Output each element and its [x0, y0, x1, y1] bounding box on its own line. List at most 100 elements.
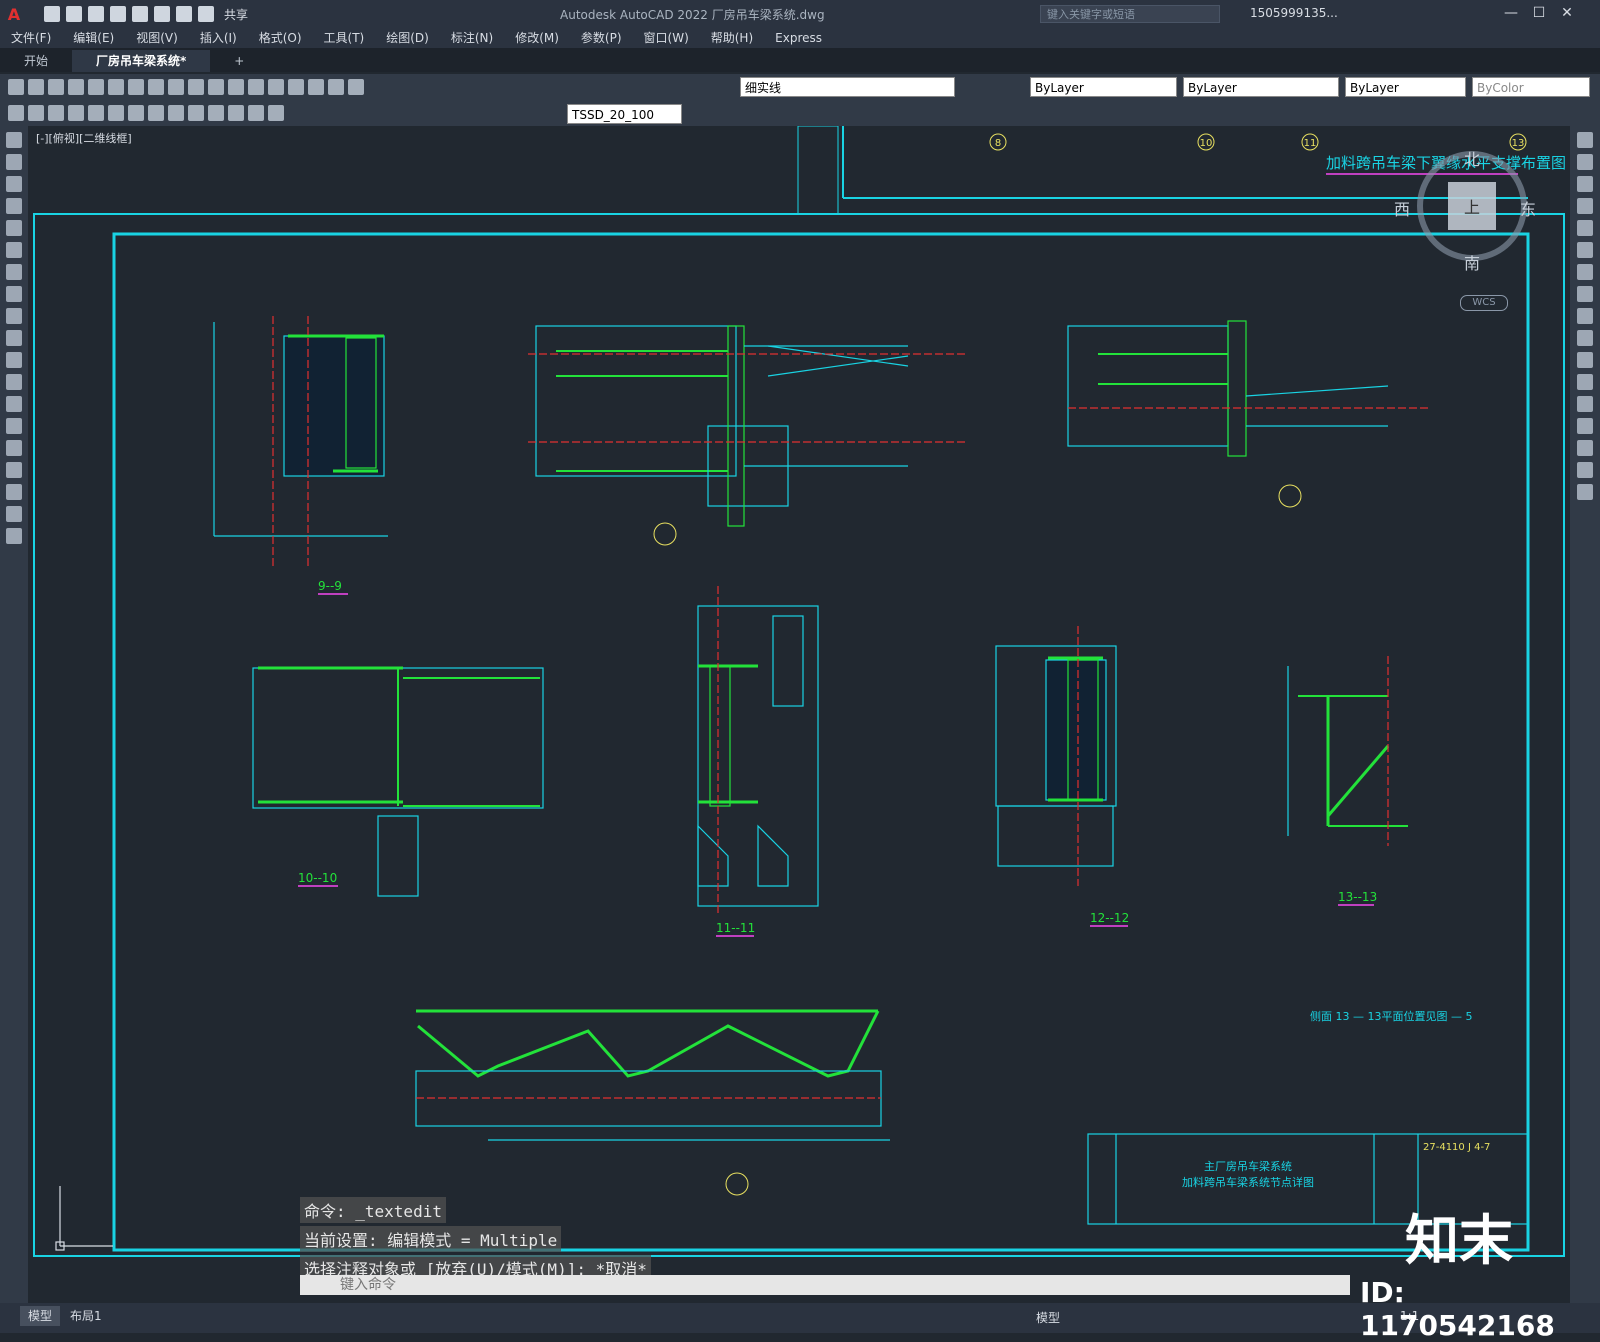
lineweight-dropdown[interactable]: ByLayer [1345, 77, 1466, 97]
polyline-icon[interactable] [28, 105, 44, 121]
new-tab-button[interactable]: + [210, 50, 268, 72]
dim-angular-icon[interactable] [168, 105, 184, 121]
break-icon[interactable] [1577, 374, 1593, 390]
minimize-icon[interactable]: — [1502, 4, 1520, 22]
construction-line-icon[interactable] [6, 154, 22, 170]
viewcube-north[interactable]: 北 [1464, 146, 1480, 170]
erase-icon[interactable] [1577, 132, 1593, 148]
zoom-icon[interactable] [228, 79, 244, 95]
line-icon[interactable] [6, 132, 22, 148]
plot-icon[interactable] [68, 79, 84, 95]
layer-icon[interactable] [288, 79, 304, 95]
revcloud-icon[interactable] [6, 286, 22, 302]
center-mark-icon[interactable] [248, 105, 264, 121]
menu-format[interactable]: 格式(O) [248, 28, 313, 48]
new-icon[interactable] [8, 79, 24, 95]
dim-aligned-icon[interactable] [148, 105, 164, 121]
color-dropdown[interactable]: ByLayer [1030, 77, 1177, 97]
join-icon[interactable] [1577, 396, 1593, 412]
tab-document[interactable]: 厂房吊车梁系统* [72, 50, 211, 72]
new-icon[interactable] [44, 6, 60, 22]
close-icon[interactable]: ✕ [1558, 4, 1576, 22]
table-icon[interactable] [6, 484, 22, 500]
circle-icon[interactable] [6, 264, 22, 280]
plotstyle-dropdown[interactable]: ByColor [1472, 77, 1590, 97]
make-block-icon[interactable] [6, 374, 22, 390]
viewcube-west[interactable]: 西 [1394, 196, 1410, 220]
arc-icon[interactable] [6, 242, 22, 258]
gradient-icon[interactable] [6, 440, 22, 456]
app-logo-icon[interactable]: A [0, 0, 28, 28]
layout-tab-model[interactable]: 模型 [20, 1306, 61, 1326]
mirror-icon[interactable] [1577, 176, 1593, 192]
tolerance-icon[interactable] [228, 105, 244, 121]
maximize-icon[interactable]: ☐ [1530, 4, 1548, 22]
line-icon[interactable] [8, 105, 24, 121]
save-as-icon[interactable] [110, 6, 126, 22]
spline-icon[interactable] [6, 308, 22, 324]
layer-dropdown[interactable]: 细实线 [740, 77, 955, 97]
menu-tools[interactable]: 工具(T) [313, 28, 376, 48]
scale-icon[interactable] [1577, 286, 1593, 302]
hatch-icon[interactable] [6, 418, 22, 434]
copy-icon[interactable] [128, 79, 144, 95]
plot-icon[interactable] [154, 6, 170, 22]
bulb-icon[interactable] [308, 79, 324, 95]
pan-icon[interactable] [208, 79, 224, 95]
search-input[interactable]: 键入关键字或短语 [1040, 5, 1220, 23]
undo-icon[interactable] [168, 79, 184, 95]
help-icon[interactable] [268, 79, 284, 95]
region-icon[interactable] [6, 462, 22, 478]
ellipse-icon[interactable] [6, 330, 22, 346]
menu-view[interactable]: 视图(V) [125, 28, 189, 48]
menu-help[interactable]: 帮助(H) [700, 28, 764, 48]
leader-icon[interactable] [208, 105, 224, 121]
circle-icon[interactable] [68, 105, 84, 121]
dim-style-dropdown[interactable]: TSSD_20_100 [567, 104, 682, 124]
stretch-icon[interactable] [1577, 308, 1593, 324]
lock-icon[interactable] [348, 79, 364, 95]
dim-linear-icon[interactable] [128, 105, 144, 121]
viewcube-top[interactable]: 上 [1464, 194, 1480, 218]
sun-icon[interactable] [328, 79, 344, 95]
menu-modify[interactable]: 修改(M) [504, 28, 570, 48]
menu-draw[interactable]: 绘图(D) [375, 28, 440, 48]
undo-icon[interactable] [176, 6, 192, 22]
wcs-menu[interactable]: WCS [1460, 295, 1508, 311]
drawing-canvas[interactable]: 加料跨吊车梁下翼缘水平支撑布置图 8 10 11 13 9--9 10--10 … [28, 126, 1570, 1278]
array-icon[interactable] [1577, 220, 1593, 236]
menu-edit[interactable]: 编辑(E) [62, 28, 125, 48]
model-space-toggle[interactable]: 模型 [1036, 1309, 1060, 1326]
chamfer-icon[interactable] [1577, 418, 1593, 434]
paste-icon[interactable] [148, 79, 164, 95]
save-icon[interactable] [48, 79, 64, 95]
rectangle-icon[interactable] [6, 220, 22, 236]
point-icon[interactable] [6, 396, 22, 412]
explode-icon[interactable] [1577, 484, 1593, 500]
publish-icon[interactable] [132, 6, 148, 22]
rectangle-icon[interactable] [88, 105, 104, 121]
offset-icon[interactable] [1577, 198, 1593, 214]
menu-express[interactable]: Express [764, 28, 833, 48]
open-icon[interactable] [28, 79, 44, 95]
preview-icon[interactable] [88, 79, 104, 95]
dim-radius-icon[interactable] [188, 105, 204, 121]
viewport-controls[interactable]: [-][俯视][二维线框] [36, 130, 132, 146]
rotate-icon[interactable] [1577, 264, 1593, 280]
add-selected-icon[interactable] [6, 528, 22, 544]
arc-icon[interactable] [48, 105, 64, 121]
copy-icon[interactable] [1577, 154, 1593, 170]
mtext-icon[interactable] [6, 506, 22, 522]
menu-insert[interactable]: 插入(I) [189, 28, 248, 48]
menu-dimension[interactable]: 标注(N) [440, 28, 504, 48]
viewcube-south[interactable]: 南 [1464, 250, 1480, 274]
redo-icon[interactable] [198, 6, 214, 22]
extend-icon[interactable] [1577, 352, 1593, 368]
dim-edit-icon[interactable] [268, 105, 284, 121]
share-button[interactable]: 共享 [224, 6, 248, 23]
polygon-icon[interactable] [6, 198, 22, 214]
command-input[interactable]: 键入命令 [300, 1275, 1350, 1295]
menu-file[interactable]: 文件(F) [0, 28, 62, 48]
hatch-icon[interactable] [108, 105, 124, 121]
menu-window[interactable]: 窗口(W) [633, 28, 700, 48]
